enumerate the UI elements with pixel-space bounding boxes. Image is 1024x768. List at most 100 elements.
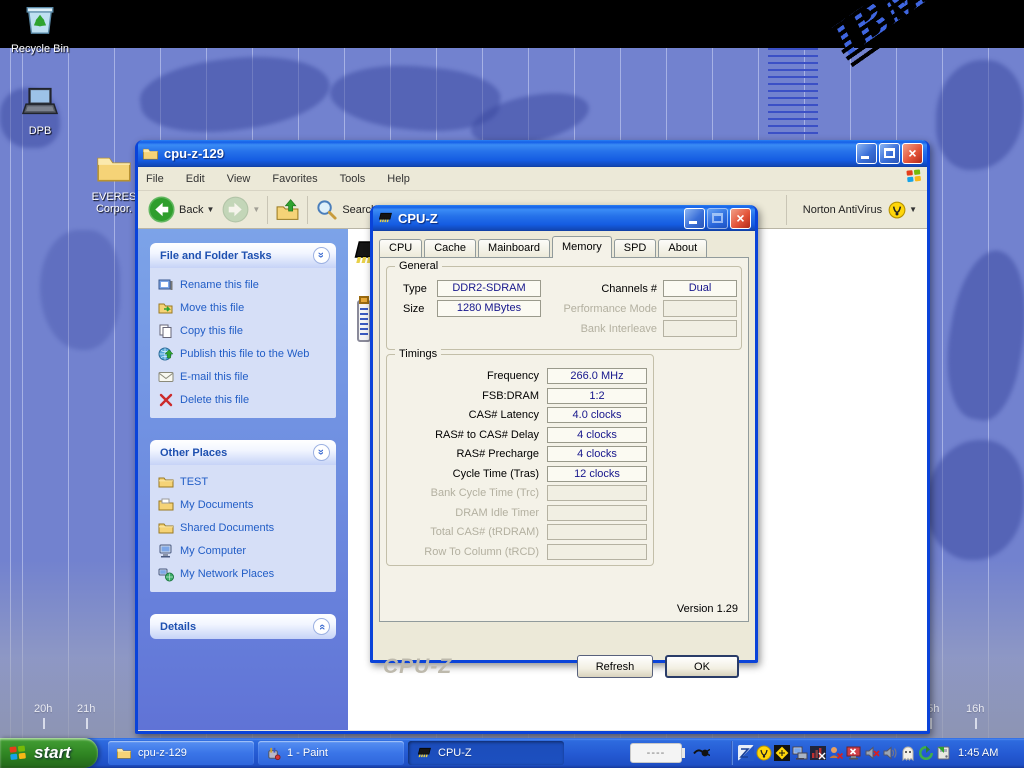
place-shared-documents[interactable]: Shared Documents [158, 520, 330, 536]
network-computers-icon[interactable] [792, 745, 808, 761]
ok-button[interactable]: OK [665, 655, 739, 678]
explorer-title-bar[interactable]: cpu-z-129 × [138, 140, 927, 167]
taskbar-item-paint[interactable]: 1 - Paint [258, 741, 404, 765]
battery-meter[interactable]: ---- [630, 743, 682, 763]
timezone-tick [86, 718, 88, 729]
audio-muted-icon[interactable] [864, 745, 880, 761]
tab-mainboard[interactable]: Mainboard [478, 239, 550, 258]
norton-dropdown-caret[interactable]: ▼ [909, 205, 917, 214]
tab-spd[interactable]: SPD [614, 239, 657, 258]
task-copy[interactable]: Copy this file [158, 323, 330, 339]
updater-icon[interactable] [918, 745, 934, 761]
taskbar-item-explorer[interactable]: cpu-z-129 [108, 741, 254, 765]
explorer-maximize-button[interactable] [879, 143, 900, 164]
details-panel: Details « [150, 614, 336, 639]
back-label[interactable]: Back [179, 204, 203, 216]
norton-antivirus-icon[interactable] [888, 201, 906, 219]
menu-favorites[interactable]: Favorites [272, 173, 317, 185]
size-value: 1280 MBytes [437, 300, 541, 317]
folder-glyph [95, 152, 133, 184]
dpb-icon[interactable]: DPB [4, 84, 76, 137]
menu-view[interactable]: View [227, 173, 251, 185]
power-plug-icon[interactable] [692, 746, 710, 761]
menu-edit[interactable]: Edit [186, 173, 205, 185]
liveupdate-icon[interactable] [774, 745, 790, 761]
volume-icon[interactable] [882, 745, 898, 761]
explorer-close-button[interactable]: × [902, 143, 923, 164]
taskbar-item-cpuz[interactable]: CPU-Z [408, 741, 564, 765]
menu-help[interactable]: Help [387, 173, 410, 185]
details-header[interactable]: Details « [150, 614, 336, 639]
email-icon [158, 369, 174, 385]
paint-icon [266, 746, 281, 761]
display-error-icon[interactable] [810, 745, 826, 761]
users-offline-icon[interactable] [828, 745, 844, 761]
tab-cpu[interactable]: CPU [379, 239, 422, 258]
explorer-minimize-button[interactable] [856, 143, 877, 164]
timing-row-frequency: Frequency 266.0 MHz [395, 368, 647, 384]
norton-toolbar-section[interactable]: Norton AntiVirus ▼ [786, 195, 917, 225]
timing-row-cas-latency: CAS# Latency 4.0 clocks [395, 407, 647, 423]
task-rename[interactable]: Rename this file [158, 277, 330, 293]
chevron-up-icon[interactable]: « [313, 247, 330, 264]
other-places-title: Other Places [160, 447, 313, 459]
menu-file[interactable]: File [146, 173, 164, 185]
menu-tools[interactable]: Tools [340, 173, 366, 185]
start-button[interactable]: start [0, 738, 98, 768]
task-delete[interactable]: Delete this file [158, 392, 330, 408]
cpuz-close-button[interactable]: × [730, 208, 751, 229]
forward-dropdown-caret: ▼ [252, 205, 260, 214]
other-places-panel: Other Places « TEST [150, 440, 336, 592]
chevron-up-icon[interactable]: « [313, 444, 330, 461]
place-my-network[interactable]: My Network Places [158, 566, 330, 582]
top-black-band: IBM [0, 0, 1024, 48]
cpu-chip-icon [377, 212, 393, 225]
forward-icon[interactable] [222, 196, 249, 223]
monitor-alert-icon[interactable] [846, 745, 862, 761]
dpb-label: DPB [4, 125, 76, 137]
search-icon[interactable] [315, 198, 338, 221]
chevron-down-icon[interactable]: « [313, 618, 330, 635]
timing-row-ras-precharge: RAS# Precharge 4 clocks [395, 446, 647, 462]
refresh-button[interactable]: Refresh [577, 655, 653, 678]
desktop: 20h 21h 15h 16h IBM Recycle Bin [0, 0, 1024, 768]
windows-flag-icon [8, 744, 28, 762]
folder-icon [158, 474, 174, 490]
type-value: DDR2-SDRAM [437, 280, 541, 297]
norton-label[interactable]: Norton AntiVirus [803, 204, 882, 216]
back-dropdown-caret[interactable]: ▼ [206, 205, 214, 214]
tab-about[interactable]: About [658, 239, 707, 258]
zonealarm-icon[interactable] [738, 745, 754, 761]
channels-value: Dual [663, 280, 737, 297]
my-computer-icon [158, 543, 174, 559]
task-publish[interactable]: Publish this file to the Web [158, 346, 330, 362]
place-my-computer[interactable]: My Computer [158, 543, 330, 559]
file-tasks-header[interactable]: File and Folder Tasks « [150, 243, 336, 268]
rename-icon [158, 277, 174, 293]
other-places-header[interactable]: Other Places « [150, 440, 336, 465]
timing-row-cycle-time: Cycle Time (Tras) 12 clocks [395, 466, 647, 482]
timezone-label: 21h [77, 703, 95, 715]
recycle-bin-icon[interactable]: Recycle Bin [4, 2, 76, 55]
toolbar-separator [307, 196, 308, 224]
back-icon[interactable] [148, 196, 175, 223]
cpuz-title-bar[interactable]: CPU-Z × [373, 205, 755, 231]
tab-memory[interactable]: Memory [552, 236, 612, 258]
taskbar: start cpu-z-129 1 - Paint [0, 738, 1024, 768]
ghost-icon[interactable] [900, 745, 916, 761]
tab-cache[interactable]: Cache [424, 239, 476, 258]
task-move[interactable]: Move this file [158, 300, 330, 316]
up-folder-icon[interactable] [275, 198, 300, 222]
type-label: Type [403, 283, 427, 295]
taskbar-clock[interactable]: 1:45 AM [958, 738, 998, 768]
system-tray [738, 745, 954, 761]
task-email[interactable]: E-mail this file [158, 369, 330, 385]
removable-drive-icon[interactable] [936, 745, 952, 761]
timing-row-bank-cycle: Bank Cycle Time (Trc) [395, 485, 647, 501]
place-test[interactable]: TEST [158, 474, 330, 490]
move-file-icon [158, 300, 174, 316]
recycle-bin-label: Recycle Bin [4, 43, 76, 55]
cpuz-minimize-button[interactable] [684, 208, 705, 229]
place-my-documents[interactable]: My Documents [158, 497, 330, 513]
norton-icon[interactable] [756, 745, 772, 761]
